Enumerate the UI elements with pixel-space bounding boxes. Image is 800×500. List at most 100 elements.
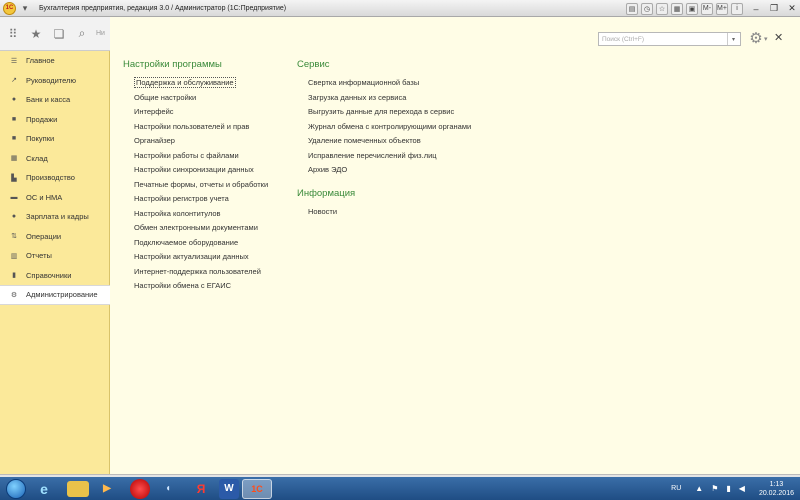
zoom-out-icon[interactable]: M-	[701, 2, 713, 15]
zoom-in-icon[interactable]: M+	[716, 2, 728, 15]
link-internet-support[interactable]: Интернет-поддержка пользователей	[123, 265, 298, 280]
gear-icon: ⚙	[10, 291, 18, 299]
yandex-browser-icon[interactable]: Я	[186, 479, 216, 499]
link-edi[interactable]: Обмен электронными документами	[123, 221, 298, 236]
sidebar-item-label: Склад	[26, 153, 48, 163]
calendar-icon[interactable]: ▣	[686, 2, 698, 15]
sidebar-item-manager[interactable]: ↗ Руководителю	[0, 71, 109, 91]
sidebar-item-label: Администрирование	[26, 290, 98, 300]
window-titlebar: 1C ▾ Бухгалтерия предприятия, редакция 3…	[0, 0, 800, 17]
sidebar-item-operations[interactable]: ⇅ Операции	[0, 227, 109, 247]
sidebar-item-purchases[interactable]: ■ Покупки	[0, 129, 109, 149]
word-icon[interactable]: W	[219, 478, 239, 499]
link-news[interactable]: Новости	[297, 205, 527, 220]
windows-taskbar: e ▶ ◖ Я W 1С RU ▲ ⚑ ▮ ◀ 1:13 20.02.2016	[0, 477, 800, 500]
link-fix-individuals[interactable]: Исправление перечислений физ.лиц	[297, 149, 527, 164]
link-general-settings[interactable]: Общие настройки	[123, 91, 298, 106]
clock[interactable]: 1:13 20.02.2016	[759, 480, 794, 498]
group-title-settings: Настройки программы	[123, 59, 222, 70]
book-icon: ▮	[12, 272, 16, 280]
tray-arrow-icon[interactable]: ▲	[695, 484, 703, 493]
flag-icon[interactable]: ⚑	[711, 484, 718, 493]
calculator-icon[interactable]: ▦	[671, 2, 683, 15]
truck-icon: ▬	[10, 193, 18, 201]
audio-icon[interactable]: ◖	[153, 479, 183, 499]
coin-icon: ●	[11, 96, 17, 104]
sidebar-item-sales[interactable]: ■ Продажи	[0, 110, 109, 130]
sidebar-item-label: Производство	[26, 173, 75, 183]
sidebar-item-fixed-assets[interactable]: ▬ ОС и НМА	[0, 188, 109, 208]
sidebar-item-warehouse[interactable]: ▦ Склад	[0, 149, 109, 169]
sidebar-item-label: Банк и касса	[26, 95, 71, 105]
explorer-folder-icon[interactable]	[67, 480, 89, 497]
1c-logo-icon: 1C	[3, 1, 16, 15]
link-files[interactable]: Настройки работы с файлами	[123, 149, 298, 164]
sidebar-item-label: Операции	[26, 231, 62, 241]
operations-icon: ⇅	[11, 233, 17, 241]
link-users-rights[interactable]: Настройки пользователей и прав	[123, 120, 298, 135]
start-button[interactable]	[6, 478, 26, 499]
sidebar-item-bank[interactable]: ● Банк и касса	[0, 90, 109, 110]
sidebar-item-reports[interactable]: ▥ Отчеты	[0, 246, 109, 266]
language-indicator[interactable]: RU	[671, 485, 681, 492]
bookmark-icon[interactable]: ☆	[656, 2, 668, 15]
minimize-icon[interactable]: –	[748, 2, 764, 16]
menu-grid-icon[interactable]: ⠿	[3, 24, 23, 44]
link-delete-marked[interactable]: Удаление помеченных объектов	[297, 134, 527, 149]
save-icon[interactable]: ▤	[626, 2, 638, 15]
main-content: ▾ ⚙ ▾ ✕ Настройки программы Поддержка и …	[110, 17, 800, 474]
link-load-from-service[interactable]: Загрузка данных из сервиса	[297, 91, 527, 106]
search-box[interactable]: ▾	[598, 32, 741, 46]
close-icon[interactable]: ✕	[774, 31, 783, 44]
link-headers-footers[interactable]: Настройка колонтитулов	[123, 207, 298, 222]
history-icon[interactable]: ◷	[641, 2, 653, 15]
sidebar-item-references[interactable]: ▮ Справочники	[0, 266, 109, 286]
link-db-rollup[interactable]: Свертка информационной базы	[297, 76, 527, 91]
link-equipment[interactable]: Подключаемое оборудование	[123, 236, 298, 251]
sidebar-item-production[interactable]: ▙ Производство	[0, 168, 109, 188]
person-icon: ●	[11, 213, 17, 221]
ie-icon[interactable]: e	[29, 479, 59, 499]
link-support[interactable]: Поддержка и обслуживание	[123, 76, 298, 91]
search-dropdown-icon[interactable]: ▾	[727, 33, 739, 45]
sidebar-item-label: Продажи	[26, 114, 58, 124]
link-egais[interactable]: Настройки обмена с ЕГАИС	[123, 279, 298, 294]
media-player-icon[interactable]: ▶	[92, 479, 122, 499]
window-title: Бухгалтерия предприятия, редакция 3.0 / …	[39, 4, 287, 12]
link-print-forms[interactable]: Печатные формы, отчеты и обработки	[123, 178, 298, 193]
search-icon[interactable]: ⌕	[72, 24, 92, 44]
search-input[interactable]	[599, 33, 727, 45]
opera-icon[interactable]	[130, 478, 150, 499]
link-exchange-journal[interactable]: Журнал обмена с контролирующими органами	[297, 120, 527, 135]
link-sync[interactable]: Настройки синхронизации данных	[123, 163, 298, 178]
sidebar-item-label: Главное	[26, 56, 55, 66]
favorites-star-icon[interactable]: ★	[26, 24, 46, 44]
volume-icon[interactable]: ◀	[739, 484, 745, 493]
chevron-down-icon[interactable]: ▾	[764, 35, 768, 43]
group-title-service: Сервис	[297, 59, 330, 70]
group-title-info: Информация	[297, 187, 356, 199]
close-window-icon[interactable]: ✕	[784, 2, 800, 16]
link-export-to-service[interactable]: Выгрузить данные для перехода в сервис	[297, 105, 527, 120]
sidebar-item-main[interactable]: ☰ Главное	[0, 51, 109, 71]
trend-icon: ↗	[11, 77, 17, 85]
maximize-icon[interactable]: ❐	[766, 2, 782, 16]
network-icon[interactable]: ▮	[726, 484, 730, 493]
window-menu-icon[interactable]: ▾	[19, 2, 31, 14]
link-data-update[interactable]: Настройки актуализации данных	[123, 250, 298, 265]
info-icon[interactable]: i	[731, 2, 743, 15]
history-icon[interactable]: ❏	[49, 24, 69, 44]
sidebar-item-label: Покупки	[26, 134, 55, 144]
link-edo-archive[interactable]: Архив ЭДО	[297, 163, 527, 178]
toolstrip: ⠿ ★ ❏ ⌕ Ни	[0, 17, 110, 51]
sidebar-item-administration[interactable]: ⚙ Администрирование	[0, 285, 110, 305]
link-text: Поддержка и обслуживание	[134, 77, 236, 88]
link-registers[interactable]: Настройки регистров учета	[123, 192, 298, 207]
settings-gear-icon[interactable]: ⚙	[747, 29, 765, 47]
link-interface[interactable]: Интерфейс	[123, 105, 298, 120]
search-stub-text[interactable]: Ни	[96, 30, 105, 37]
report-icon: ▥	[10, 252, 18, 260]
link-organizer[interactable]: Органайзер	[123, 134, 298, 149]
1c-taskbar-icon[interactable]: 1С	[242, 478, 272, 499]
sidebar-item-payroll[interactable]: ● Зарплата и кадры	[0, 207, 109, 227]
